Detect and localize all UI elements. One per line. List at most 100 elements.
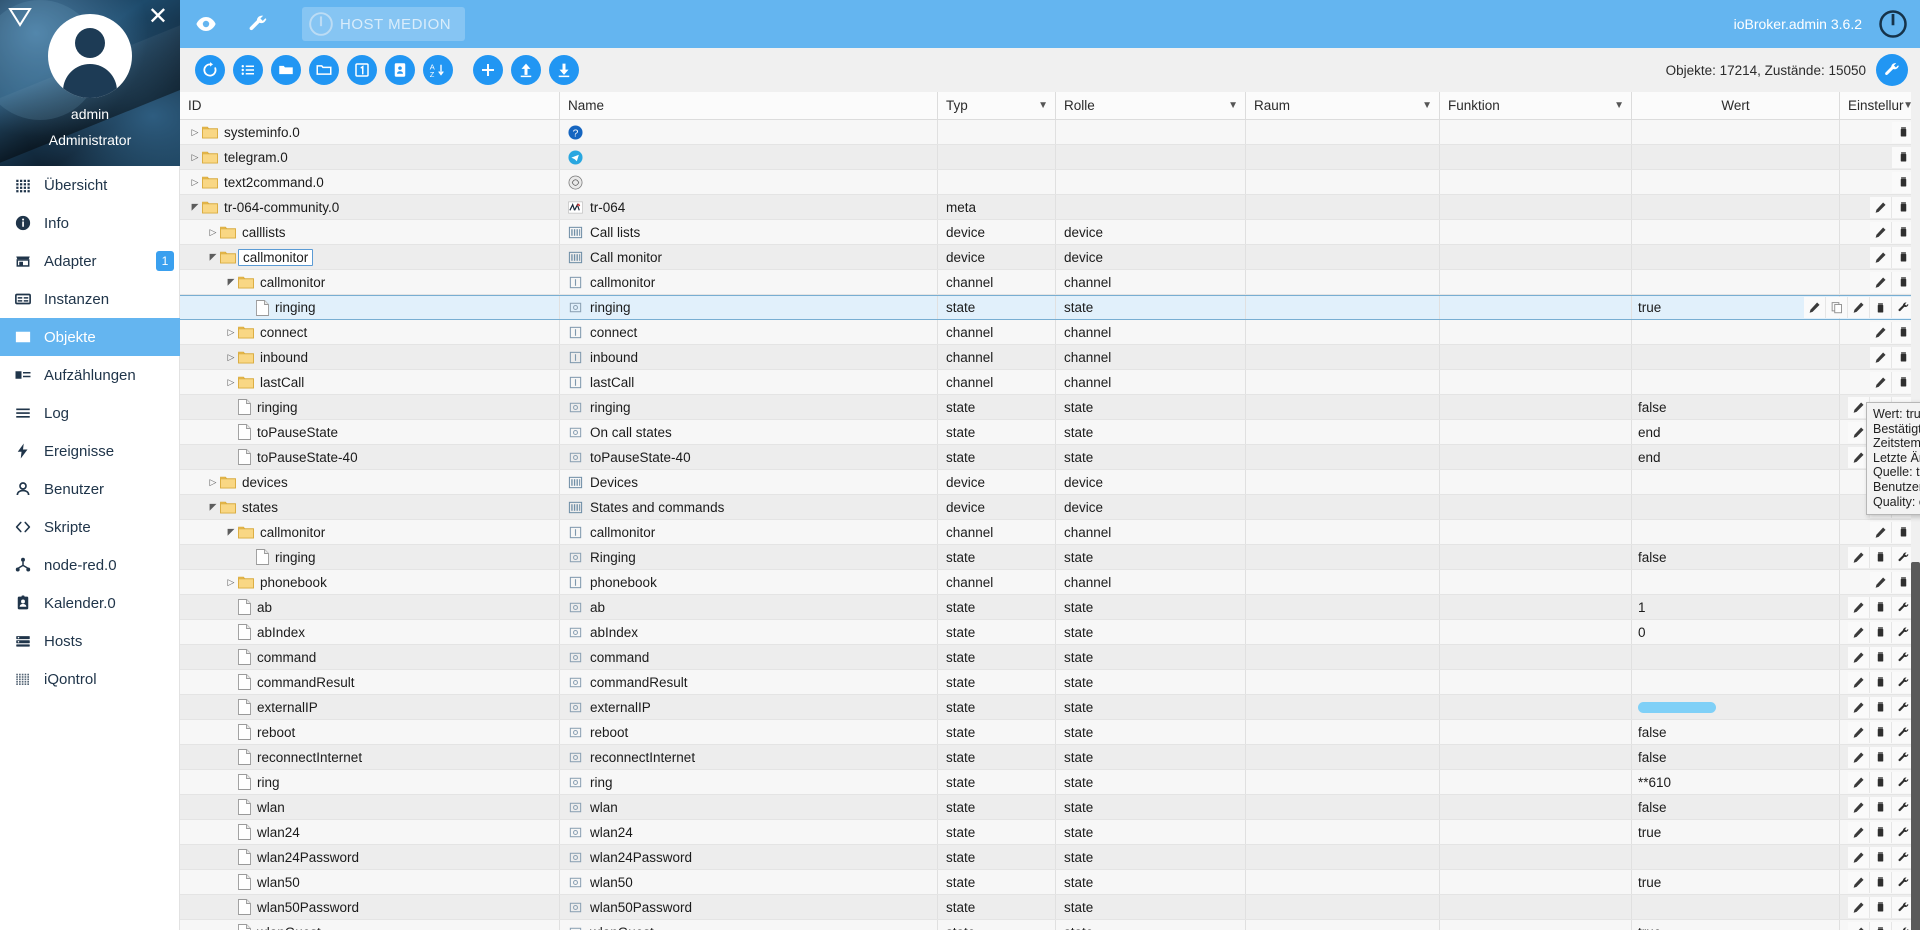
wrench-icon[interactable]: [232, 0, 284, 48]
table-row[interactable]: ▷ telegram.0: [180, 145, 1920, 170]
collapse-arrow-icon[interactable]: ◢: [188, 202, 202, 213]
edit-icon[interactable]: [1848, 796, 1870, 818]
sidebar-item-instanzen[interactable]: Instanzen: [0, 280, 180, 318]
edit-icon[interactable]: [1870, 196, 1892, 218]
sidebar-item-iqontrol[interactable]: iQontrol: [0, 660, 180, 698]
delete-icon[interactable]: [1870, 796, 1892, 818]
expand-list-button[interactable]: [233, 55, 263, 85]
table-row[interactable]: ▷ inbound inbound channel channel: [180, 345, 1920, 370]
edit-icon[interactable]: [1870, 271, 1892, 293]
edit-icon[interactable]: [1848, 671, 1870, 693]
delete-icon[interactable]: [1870, 297, 1892, 318]
expand-arrow-icon[interactable]: ▷: [224, 352, 238, 363]
edit-icon[interactable]: [1848, 896, 1870, 918]
table-row[interactable]: ◢ tr-064-community.0 tr-064 meta: [180, 195, 1920, 220]
edit-icon[interactable]: [1848, 646, 1870, 668]
delete-icon[interactable]: [1870, 671, 1892, 693]
edit-icon[interactable]: [1848, 821, 1870, 843]
table-row[interactable]: ◢ callmonitor callmonitor channel channel: [180, 270, 1920, 295]
table-row[interactable]: ▷ systeminfo.0?: [180, 120, 1920, 145]
delete-icon[interactable]: [1870, 871, 1892, 893]
edit-icon[interactable]: [1870, 221, 1892, 243]
expand-arrow-icon[interactable]: ▷: [224, 577, 238, 588]
sidebar-item-objekte[interactable]: Objekte: [0, 318, 180, 356]
column-header-einstellur[interactable]: Einstellur ▼: [1840, 92, 1920, 120]
edit-icon[interactable]: [1870, 346, 1892, 368]
sidebar-item-bersicht[interactable]: Übersicht: [0, 166, 180, 204]
column-header-name[interactable]: Name: [560, 92, 938, 120]
expand-arrow-icon[interactable]: ▷: [188, 177, 202, 188]
edit-icon[interactable]: [1870, 371, 1892, 393]
table-row[interactable]: toPauseState On call states state state end: [180, 420, 1920, 445]
edit-icon[interactable]: [1848, 746, 1870, 768]
table-row[interactable]: ▷ connect connect channel channel: [180, 320, 1920, 345]
table-row[interactable]: wlan24 wlan24 state state true: [180, 820, 1920, 845]
copy-icon[interactable]: [1826, 297, 1848, 318]
host-button[interactable]: HOST MEDION: [302, 7, 466, 41]
edit-icon[interactable]: [1870, 246, 1892, 268]
edit-icon[interactable]: [1848, 546, 1870, 568]
chevron-down-icon[interactable]: ▼: [1614, 100, 1624, 111]
expand-one-level-button[interactable]: [347, 55, 377, 85]
sidebar-item-adapter[interactable]: Adapter 1: [0, 242, 180, 280]
chevron-down-icon[interactable]: ▼: [1422, 100, 1432, 111]
close-icon[interactable]: ✕: [148, 5, 168, 29]
table-row[interactable]: ringing ringing state state true: [180, 295, 1920, 320]
expand-arrow-icon[interactable]: ▷: [224, 327, 238, 338]
table-row[interactable]: ▷ phonebook phonebook channel channel: [180, 570, 1920, 595]
settings-icon[interactable]: [1876, 54, 1908, 86]
power-icon[interactable]: [1876, 7, 1910, 41]
delete-icon[interactable]: [1870, 821, 1892, 843]
delete-icon[interactable]: [1870, 696, 1892, 718]
table-row[interactable]: externalIP externalIP state state: [180, 695, 1920, 720]
table-row[interactable]: commandResult commandResult state state: [180, 670, 1920, 695]
delete-icon[interactable]: [1870, 646, 1892, 668]
sidebar-item-node-red-0[interactable]: node-red.0: [0, 546, 180, 584]
scrollbar-thumb[interactable]: [1911, 562, 1920, 930]
sidebar-item-kalender-0[interactable]: Kalender.0: [0, 584, 180, 622]
edit-icon[interactable]: [1848, 771, 1870, 793]
sort-button[interactable]: AZ: [423, 55, 453, 85]
edit-icon[interactable]: [1870, 521, 1892, 543]
column-header-typ[interactable]: Typ ▼: [938, 92, 1056, 120]
table-row[interactable]: ▷ text2command.0: [180, 170, 1920, 195]
edit-icon[interactable]: [1848, 921, 1870, 930]
refresh-button[interactable]: [195, 55, 225, 85]
delete-icon[interactable]: [1870, 771, 1892, 793]
sidebar-item-ereignisse[interactable]: Ereignisse: [0, 432, 180, 470]
import-button[interactable]: [549, 55, 579, 85]
sidebar-item-benutzer[interactable]: Benutzer: [0, 470, 180, 508]
show-id-button[interactable]: [385, 55, 415, 85]
collapse-arrow-icon[interactable]: ◢: [206, 252, 220, 263]
expand-arrow-icon[interactable]: ▷: [188, 152, 202, 163]
edit-icon[interactable]: [1870, 571, 1892, 593]
expand-arrow-icon[interactable]: ▷: [224, 377, 238, 388]
table-row[interactable]: wlan wlan state state false: [180, 795, 1920, 820]
table-row[interactable]: ◢ callmonitor callmonitor channel channel: [180, 520, 1920, 545]
table-row[interactable]: reboot reboot state state false: [180, 720, 1920, 745]
table-row[interactable]: wlan50Password wlan50Password state state: [180, 895, 1920, 920]
table-row[interactable]: ◢ states States and commands device device: [180, 495, 1920, 520]
table-row[interactable]: toPauseState-40 toPauseState-40 state state…: [180, 445, 1920, 470]
column-header-raum[interactable]: Raum ▼: [1246, 92, 1440, 120]
table-row[interactable]: command command state state: [180, 645, 1920, 670]
delete-icon[interactable]: [1870, 546, 1892, 568]
table-row[interactable]: reconnectInternet reconnectInternet state s…: [180, 745, 1920, 770]
edit-icon[interactable]: [1848, 696, 1870, 718]
table-row[interactable]: wlan24Password wlan24Password state state: [180, 845, 1920, 870]
delete-icon[interactable]: [1870, 621, 1892, 643]
table-row[interactable]: ▷ devices Devices device device: [180, 470, 1920, 495]
chevron-down-icon[interactable]: ▼: [1228, 100, 1238, 111]
delete-icon[interactable]: [1870, 846, 1892, 868]
table-row[interactable]: ring ring state state **610: [180, 770, 1920, 795]
expand-all-button[interactable]: [271, 55, 301, 85]
column-header-id[interactable]: ID: [180, 92, 560, 120]
edit-icon[interactable]: [1848, 621, 1870, 643]
edit-icon[interactable]: [1870, 321, 1892, 343]
table-row[interactable]: ringing ringing state state false: [180, 395, 1920, 420]
edit-icon[interactable]: [1848, 297, 1870, 318]
export-button[interactable]: [511, 55, 541, 85]
delete-icon[interactable]: [1870, 921, 1892, 930]
add-object-button[interactable]: [473, 55, 503, 85]
delete-icon[interactable]: [1870, 896, 1892, 918]
